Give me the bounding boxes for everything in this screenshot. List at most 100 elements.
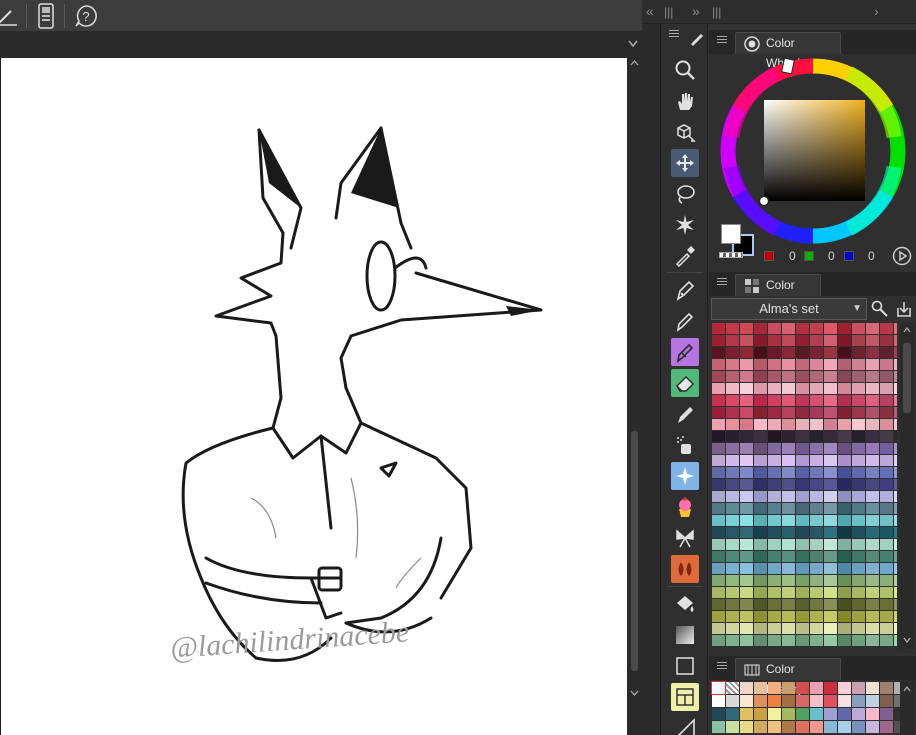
color-swatch[interactable] [768, 443, 781, 454]
color-swatch[interactable] [754, 431, 767, 442]
color-swatch[interactable] [712, 611, 725, 622]
color-swatch[interactable] [782, 431, 795, 442]
dock-grip-2[interactable]: ||| [712, 5, 721, 19]
color-swatch[interactable] [754, 635, 767, 646]
color-swatch[interactable] [852, 455, 865, 466]
color-swatch[interactable] [880, 491, 893, 502]
palette-menu-icon[interactable] [669, 30, 679, 39]
color-swatch[interactable] [782, 383, 795, 394]
color-swatch[interactable] [740, 407, 753, 418]
color-swatch[interactable] [740, 359, 753, 370]
decoration-icon[interactable] [671, 462, 699, 490]
color-swatch[interactable] [894, 491, 897, 502]
color-swatch[interactable] [852, 539, 865, 550]
color-swatch[interactable] [824, 443, 837, 454]
color-swatch[interactable] [852, 395, 865, 406]
frame-border-icon[interactable] [671, 683, 699, 711]
color-swatch[interactable] [782, 611, 795, 622]
color-swatch[interactable] [824, 515, 837, 526]
fill-icon[interactable] [667, 586, 703, 618]
color-swatch[interactable] [824, 431, 837, 442]
color-swatch[interactable] [796, 515, 809, 526]
color-swatch[interactable] [754, 383, 767, 394]
color-swatch[interactable] [740, 455, 753, 466]
color-swatch[interactable] [740, 383, 753, 394]
color-swatch[interactable] [880, 443, 893, 454]
history-swatch[interactable] [712, 708, 725, 720]
history-swatch[interactable] [824, 682, 837, 694]
color-swatch[interactable] [852, 347, 865, 358]
color-swatch[interactable] [726, 491, 739, 502]
color-swatch[interactable] [824, 611, 837, 622]
color-swatch[interactable] [838, 455, 851, 466]
panel-menu-icon[interactable] [717, 662, 727, 671]
color-swatch[interactable] [796, 611, 809, 622]
color-swatch[interactable] [768, 515, 781, 526]
color-swatch[interactable] [838, 407, 851, 418]
color-swatch[interactable] [726, 467, 739, 478]
color-swatch[interactable] [754, 623, 767, 634]
color-swatch[interactable] [824, 575, 837, 586]
color-swatch[interactable] [838, 527, 851, 538]
color-swatch[interactable] [810, 419, 823, 430]
history-swatch[interactable] [754, 695, 767, 707]
color-swatch[interactable] [796, 419, 809, 430]
color-swatch[interactable] [894, 551, 897, 562]
color-swatch[interactable] [712, 407, 725, 418]
history-swatch[interactable] [866, 721, 879, 733]
history-swatch[interactable] [852, 721, 865, 733]
color-swatch[interactable] [894, 323, 897, 334]
color-swatch[interactable] [866, 527, 879, 538]
color-mode-toggle-icon[interactable] [892, 246, 912, 266]
color-swatch[interactable] [782, 455, 795, 466]
color-swatch[interactable] [768, 599, 781, 610]
color-swatch[interactable] [782, 599, 795, 610]
history-swatch[interactable] [852, 682, 865, 694]
color-swatch[interactable] [740, 371, 753, 382]
color-swatch[interactable] [824, 527, 837, 538]
color-swatch[interactable] [740, 479, 753, 490]
color-swatch[interactable] [712, 503, 725, 514]
history-swatch[interactable] [754, 708, 767, 720]
color-swatch[interactable] [852, 611, 865, 622]
history-swatch[interactable] [740, 708, 753, 720]
history-swatch[interactable] [740, 682, 753, 694]
color-swatch[interactable] [796, 347, 809, 358]
color-swatch[interactable] [796, 623, 809, 634]
color-swatch[interactable] [810, 575, 823, 586]
color-swatch[interactable] [740, 515, 753, 526]
color-swatch[interactable] [824, 395, 837, 406]
color-swatch[interactable] [740, 575, 753, 586]
collapse-right-icon[interactable]: » [692, 3, 700, 19]
color-swatch[interactable] [810, 599, 823, 610]
color-swatch[interactable] [740, 419, 753, 430]
color-swatch[interactable] [740, 599, 753, 610]
history-swatch[interactable] [796, 708, 809, 720]
color-swatch[interactable] [754, 407, 767, 418]
color-swatch[interactable] [838, 347, 851, 358]
blend-icon[interactable] [671, 555, 699, 583]
color-swatch[interactable] [866, 359, 879, 370]
color-swatch[interactable] [768, 371, 781, 382]
color-swatch[interactable] [726, 479, 739, 490]
color-swatch[interactable] [740, 539, 753, 550]
color-swatch[interactable] [852, 503, 865, 514]
color-swatch[interactable] [782, 395, 795, 406]
color-swatch[interactable] [796, 575, 809, 586]
device-icon[interactable] [32, 2, 60, 30]
color-swatch[interactable] [852, 443, 865, 454]
transparent-color-swatch[interactable] [719, 252, 743, 258]
color-swatch[interactable] [782, 323, 795, 334]
color-swatch[interactable] [754, 611, 767, 622]
color-swatch[interactable] [768, 323, 781, 334]
pen-icon[interactable] [667, 272, 703, 304]
color-swatch[interactable] [782, 587, 795, 598]
color-swatch[interactable] [740, 443, 753, 454]
main-color-swatch[interactable] [721, 224, 741, 244]
figure-icon[interactable] [671, 652, 699, 680]
color-swatch[interactable] [852, 407, 865, 418]
color-swatch[interactable] [810, 443, 823, 454]
color-swatch[interactable] [782, 635, 795, 646]
color-swatch[interactable] [768, 467, 781, 478]
color-swatch[interactable] [712, 383, 725, 394]
